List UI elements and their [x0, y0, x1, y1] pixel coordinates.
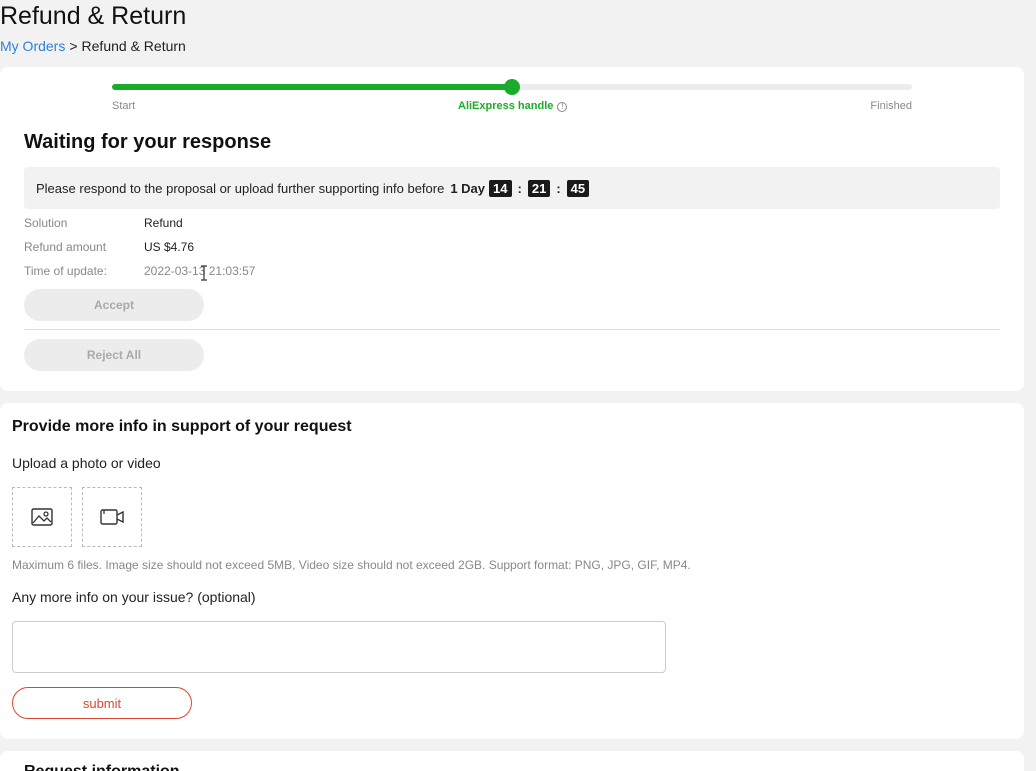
- breadcrumb: My Orders > Refund & Return: [0, 38, 186, 54]
- upload-photo-button[interactable]: [12, 487, 72, 547]
- notice-text: Please respond to the proposal or upload…: [36, 180, 445, 196]
- detail-row-time-of-update: Time of update: 2022-03-13 21:03:57: [24, 264, 255, 278]
- detail-value: US $4.76: [144, 240, 195, 254]
- countdown-separator: :: [556, 180, 561, 196]
- detail-row-refund-amount: Refund amount US $4.76: [24, 240, 194, 254]
- accept-button[interactable]: Accept: [24, 289, 204, 321]
- text-cursor-icon: [201, 265, 207, 281]
- step-finished-label: Finished: [870, 100, 912, 112]
- progress-track: [112, 79, 912, 95]
- detail-value: Refund: [144, 216, 183, 230]
- upload-label: Upload a photo or video: [12, 455, 161, 471]
- breadcrumb-my-orders-link[interactable]: My Orders: [0, 38, 65, 54]
- detail-key: Solution: [24, 216, 68, 230]
- status-title: Waiting for your response: [24, 131, 272, 153]
- detail-key: Refund amount: [24, 240, 107, 254]
- support-info-card: Provide more info in support of your req…: [0, 403, 1024, 739]
- upload-video-button[interactable]: [82, 487, 142, 547]
- detail-key: Time of update:: [24, 264, 107, 278]
- request-info-card: Request information: [0, 751, 1024, 771]
- response-deadline-notice: Please respond to the proposal or upload…: [24, 167, 1000, 209]
- breadcrumb-current: Refund & Return: [81, 38, 186, 54]
- refund-status-card: Start AliExpress handle ! Finished Waiti…: [0, 67, 1024, 391]
- detail-row-solution: Solution Refund: [24, 216, 183, 230]
- step-handle-label: AliExpress handle !: [458, 100, 568, 112]
- progress-current-dot: [504, 79, 520, 95]
- submit-button[interactable]: submit: [12, 687, 192, 719]
- countdown-seconds: 45: [566, 179, 590, 197]
- breadcrumb-separator: >: [69, 38, 78, 54]
- more-info-label: Any more info on your issue? (optional): [12, 589, 256, 605]
- image-icon: [31, 508, 53, 526]
- progress-fill: [112, 84, 512, 90]
- step-handle-text: AliExpress handle: [458, 100, 554, 112]
- support-section-title: Provide more info in support of your req…: [12, 418, 352, 435]
- upload-hint: Maximum 6 files. Image size should not e…: [12, 558, 691, 572]
- countdown-minutes: 21: [527, 179, 551, 197]
- countdown-days: 1 Day: [450, 180, 486, 196]
- divider: [24, 329, 1000, 330]
- more-info-textarea[interactable]: [12, 621, 666, 673]
- info-icon[interactable]: !: [557, 102, 568, 112]
- step-start-label: Start: [112, 100, 136, 112]
- countdown-separator: :: [517, 180, 522, 196]
- request-info-title: Request information: [24, 763, 180, 771]
- reject-all-button[interactable]: Reject All: [24, 339, 204, 371]
- page-title: Refund & Return: [0, 2, 187, 30]
- countdown-hours: 14: [489, 179, 512, 197]
- video-icon: [100, 509, 124, 525]
